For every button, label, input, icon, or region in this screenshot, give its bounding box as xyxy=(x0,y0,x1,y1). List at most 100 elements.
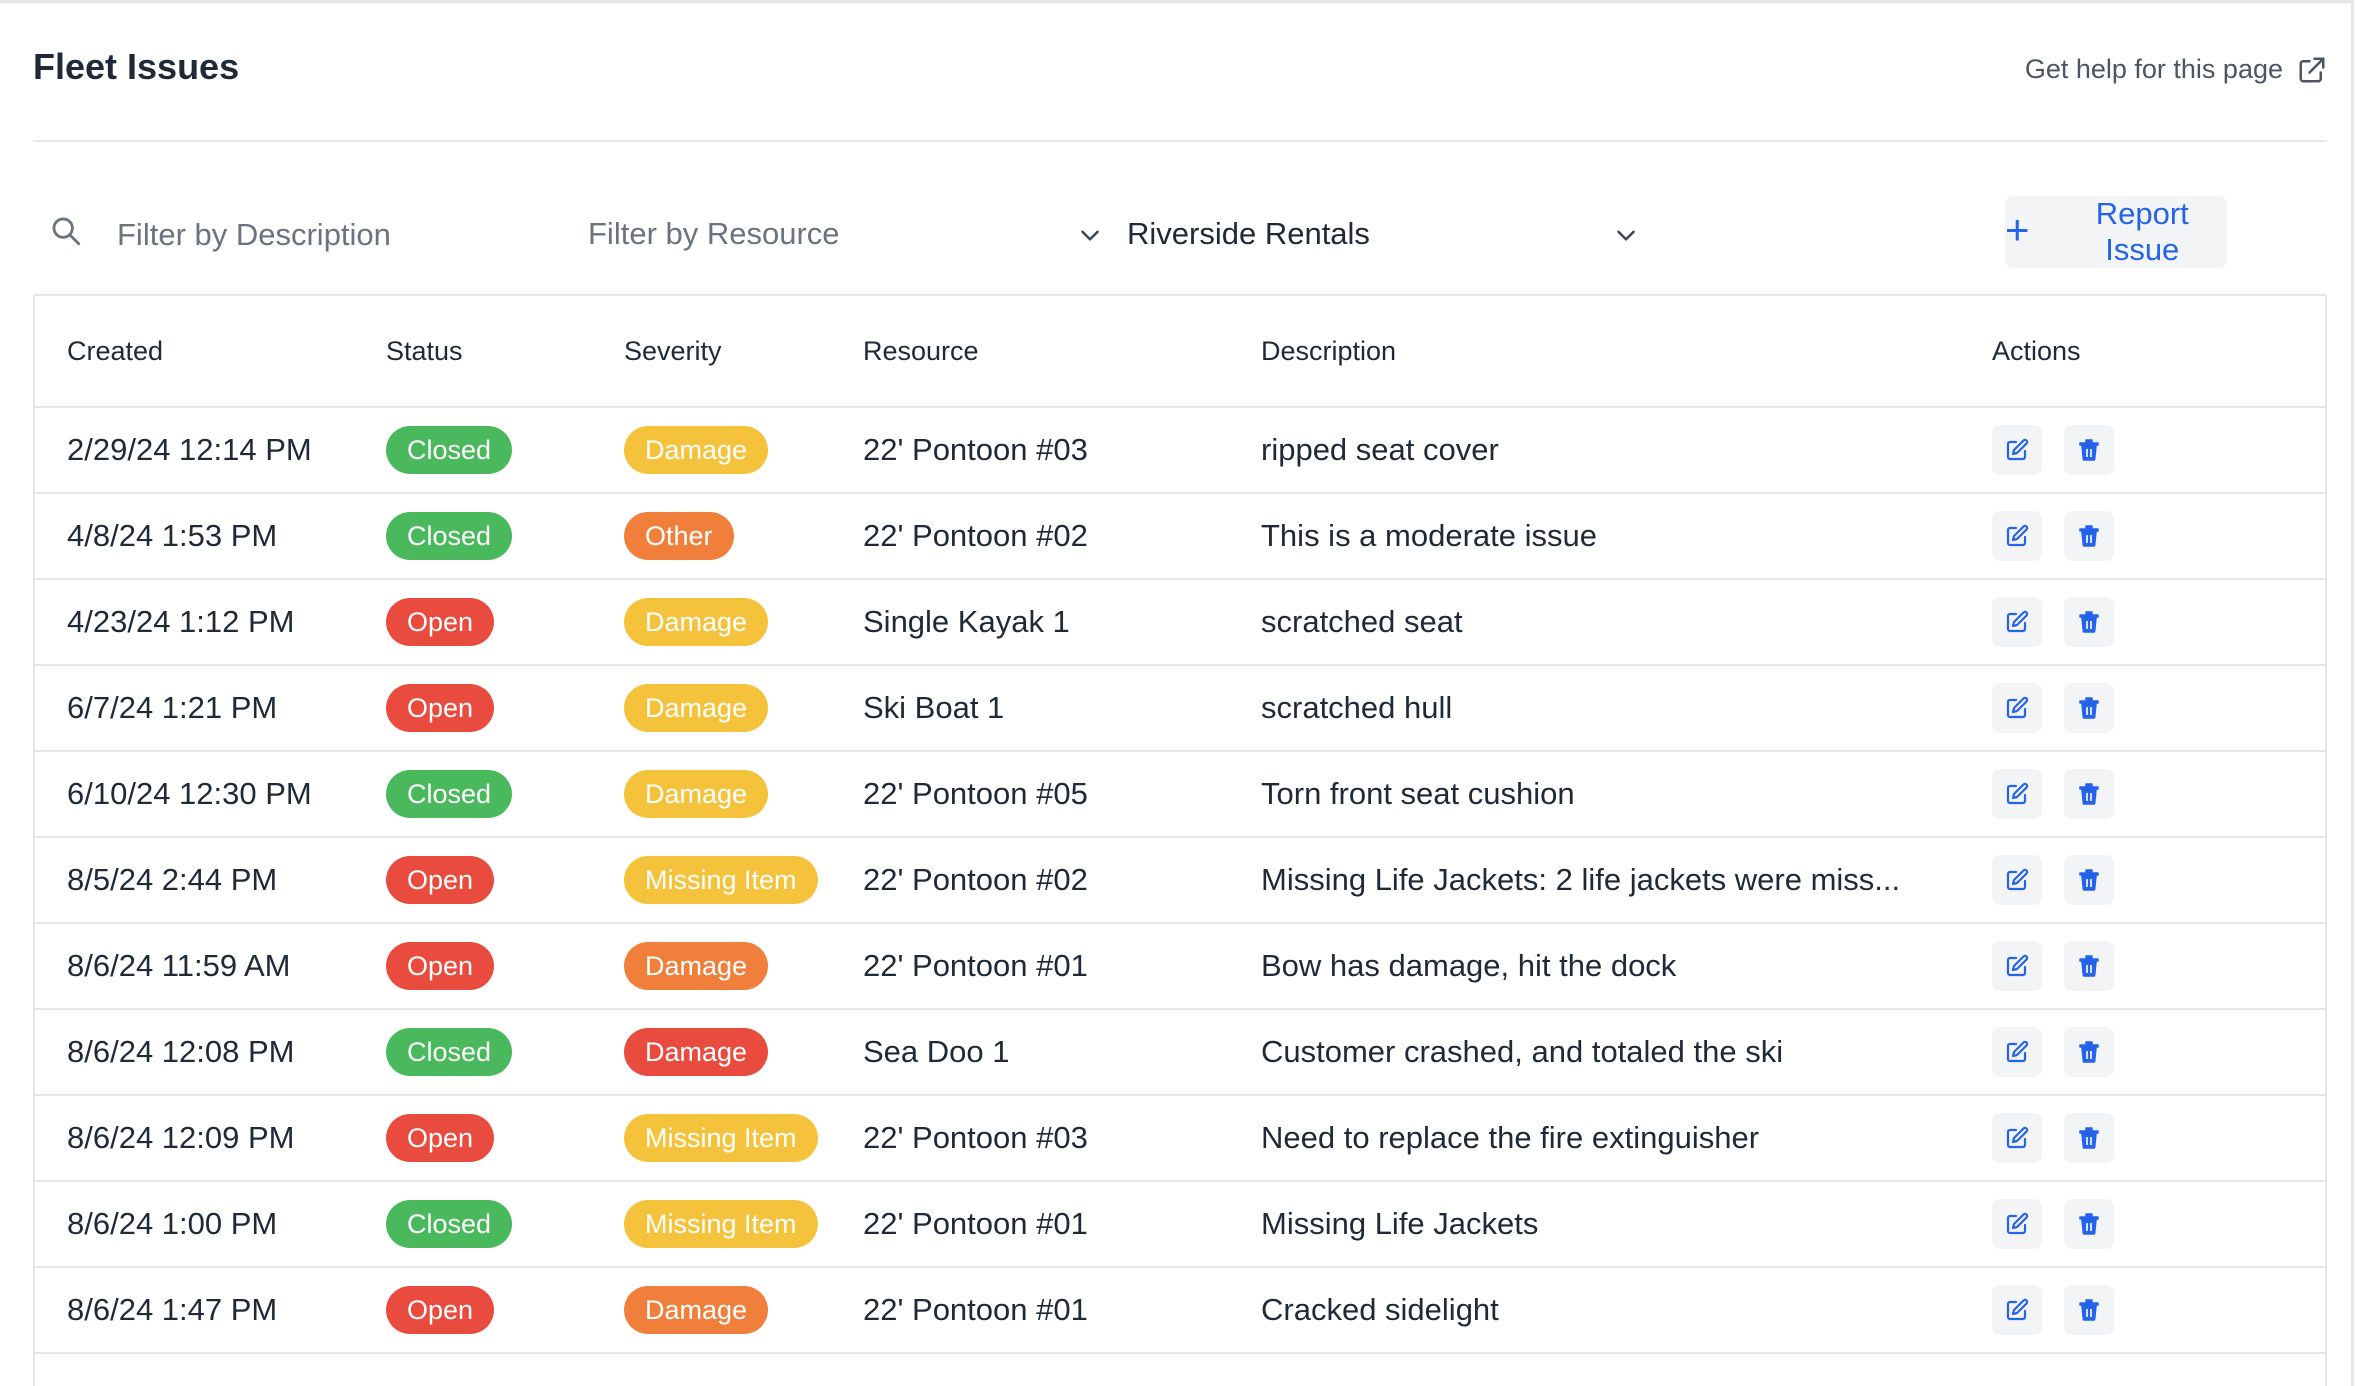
severity-badge: Damage xyxy=(624,1286,769,1334)
status-badge: Open xyxy=(386,1114,495,1162)
delete-button[interactable] xyxy=(2064,511,2114,561)
severity-badge: Damage xyxy=(624,426,769,474)
status-badge: Closed xyxy=(386,512,513,560)
help-link[interactable]: Get help for this page xyxy=(2025,54,2327,85)
chevron-down-icon xyxy=(1617,230,1635,241)
edit-icon xyxy=(2006,868,2029,891)
actions-cell xyxy=(1992,1009,2325,1096)
description-cell: Torn front seat cushion xyxy=(1261,751,1992,838)
filter-bar: Filter by Resource Riverside Rentals + R… xyxy=(33,194,2327,274)
severity-cell: Damage xyxy=(624,751,863,838)
status-cell: Closed xyxy=(386,1009,624,1096)
delete-button[interactable] xyxy=(2064,683,2114,733)
status-badge: Closed xyxy=(386,770,513,818)
trash-icon xyxy=(2079,697,2099,719)
trash-icon xyxy=(2079,525,2099,547)
column-header-created[interactable]: Created xyxy=(35,296,386,408)
edit-button[interactable] xyxy=(1992,683,2042,733)
resource-cell: Ski Boat 1 xyxy=(863,665,1261,752)
description-cell: scratched hull xyxy=(1261,665,1992,752)
delete-button[interactable] xyxy=(2064,855,2114,905)
report-issue-button[interactable]: + Report Issue xyxy=(2005,196,2227,268)
table-row[interactable]: 6/7/24 1:21 PM Open Damage Ski Boat 1 scratc… xyxy=(35,665,2325,752)
column-header-severity[interactable]: Severity xyxy=(624,296,863,408)
resource-cell: 22' Pontoon #05 xyxy=(863,751,1261,838)
edit-button[interactable] xyxy=(1992,1113,2042,1163)
description-cell: Missing Life Jackets: 2 life jackets wer… xyxy=(1261,837,1992,924)
table-row[interactable]: 8/6/24 1:00 PM Closed Missing Item 22' Pont… xyxy=(35,1181,2325,1268)
status-badge: Open xyxy=(386,684,495,732)
column-header-actions: Actions xyxy=(1992,296,2325,408)
status-cell: Closed xyxy=(386,1181,624,1268)
table-row[interactable]: 8/6/24 12:08 PM Closed Damage Sea Doo 1 Cust… xyxy=(35,1009,2325,1096)
resource-cell: 22' Pontoon #01 xyxy=(863,1267,1261,1354)
edit-button[interactable] xyxy=(1992,425,2042,475)
delete-button[interactable] xyxy=(2064,1113,2114,1163)
created-cell: 4/23/24 1:12 PM xyxy=(35,579,386,666)
trash-icon xyxy=(2079,611,2099,633)
table-row[interactable]: 2/29/24 12:14 PM Closed Damage 22' Pontoon … xyxy=(35,407,2325,494)
location-select[interactable]: Riverside Rentals xyxy=(1127,208,1639,260)
severity-badge: Damage xyxy=(624,1028,769,1076)
delete-button[interactable] xyxy=(2064,1027,2114,1077)
edit-button[interactable] xyxy=(1992,941,2042,991)
page-header: Fleet Issues Get help for this page xyxy=(33,0,2327,142)
status-cell: Open xyxy=(386,1095,624,1182)
resource-cell: 22' Pontoon #03 xyxy=(863,1095,1261,1182)
description-cell: Cracked sidelight xyxy=(1261,1267,1992,1354)
description-filter-input[interactable] xyxy=(115,212,539,258)
resource-cell: 22' Pontoon #02 xyxy=(863,837,1261,924)
edit-icon xyxy=(2006,1212,2029,1235)
edit-icon xyxy=(2006,1298,2029,1321)
resource-cell: 22' Pontoon #02 xyxy=(863,493,1261,580)
resource-cell: 22' Pontoon #03 xyxy=(863,407,1261,494)
table-row[interactable]: 8/6/24 12:09 PM Open Missing Item 22' Ponto… xyxy=(35,1095,2325,1182)
trash-icon xyxy=(2079,1041,2099,1063)
chevron-down-icon xyxy=(1081,230,1099,241)
edit-button[interactable] xyxy=(1992,855,2042,905)
status-badge: Open xyxy=(386,942,495,990)
trash-icon xyxy=(2079,1299,2099,1321)
table-row[interactable]: 4/8/24 1:53 PM Closed Other 22' Pontoon #02… xyxy=(35,493,2325,580)
edit-button[interactable] xyxy=(1992,1199,2042,1249)
status-cell: Closed xyxy=(386,407,624,494)
table-row[interactable]: 6/10/24 12:30 PM Closed Damage 22' Pontoon … xyxy=(35,751,2325,838)
delete-button[interactable] xyxy=(2064,425,2114,475)
edit-button[interactable] xyxy=(1992,597,2042,647)
edit-button[interactable] xyxy=(1992,511,2042,561)
table-row[interactable]: 8/5/24 2:44 PM Open Missing Item 22' Pontoo… xyxy=(35,837,2325,924)
resource-cell: 22' Pontoon #01 xyxy=(863,1181,1261,1268)
table-row[interactable]: 8/6/24 11:59 AM Open Damage 22' Pontoon #01… xyxy=(35,923,2325,1010)
status-cell: Closed xyxy=(386,751,624,838)
plus-icon: + xyxy=(2005,206,2030,253)
edit-icon xyxy=(2006,1126,2029,1149)
description-cell: This is a moderate issue xyxy=(1261,493,1992,580)
severity-badge: Damage xyxy=(624,684,769,732)
delete-button[interactable] xyxy=(2064,1285,2114,1335)
external-link-icon xyxy=(2299,57,2325,82)
table-row[interactable]: 4/23/24 1:12 PM Open Damage Single Kayak 1s… xyxy=(35,579,2325,666)
delete-button[interactable] xyxy=(2064,1199,2114,1249)
severity-badge: Damage xyxy=(624,770,769,818)
severity-cell: Damage xyxy=(624,665,863,752)
edit-button[interactable] xyxy=(1992,769,2042,819)
resource-cell: Single Kayak 1 xyxy=(863,579,1261,666)
severity-badge: Other xyxy=(624,512,734,560)
column-header-status[interactable]: Status xyxy=(386,296,624,408)
status-cell: Open xyxy=(386,837,624,924)
column-header-resource[interactable]: Resource xyxy=(863,296,1261,408)
created-cell: 8/6/24 12:09 PM xyxy=(35,1095,386,1182)
delete-button[interactable] xyxy=(2064,769,2114,819)
table-row[interactable]: 8/6/24 1:47 PM Open Damage 22' Pontoon #01 C… xyxy=(35,1267,2325,1354)
delete-button[interactable] xyxy=(2064,941,2114,991)
resource-filter-select[interactable]: Filter by Resource xyxy=(588,208,1103,260)
severity-cell: Damage xyxy=(624,1267,863,1354)
column-header-description[interactable]: Description xyxy=(1261,296,1992,408)
help-link-label: Get help for this page xyxy=(2024,54,2283,84)
trash-icon xyxy=(2079,955,2099,977)
delete-button[interactable] xyxy=(2064,597,2114,647)
edit-button[interactable] xyxy=(1992,1027,2042,1077)
edit-button[interactable] xyxy=(1992,1285,2042,1335)
severity-cell: Missing Item xyxy=(624,1095,863,1182)
trash-icon xyxy=(2079,783,2099,805)
